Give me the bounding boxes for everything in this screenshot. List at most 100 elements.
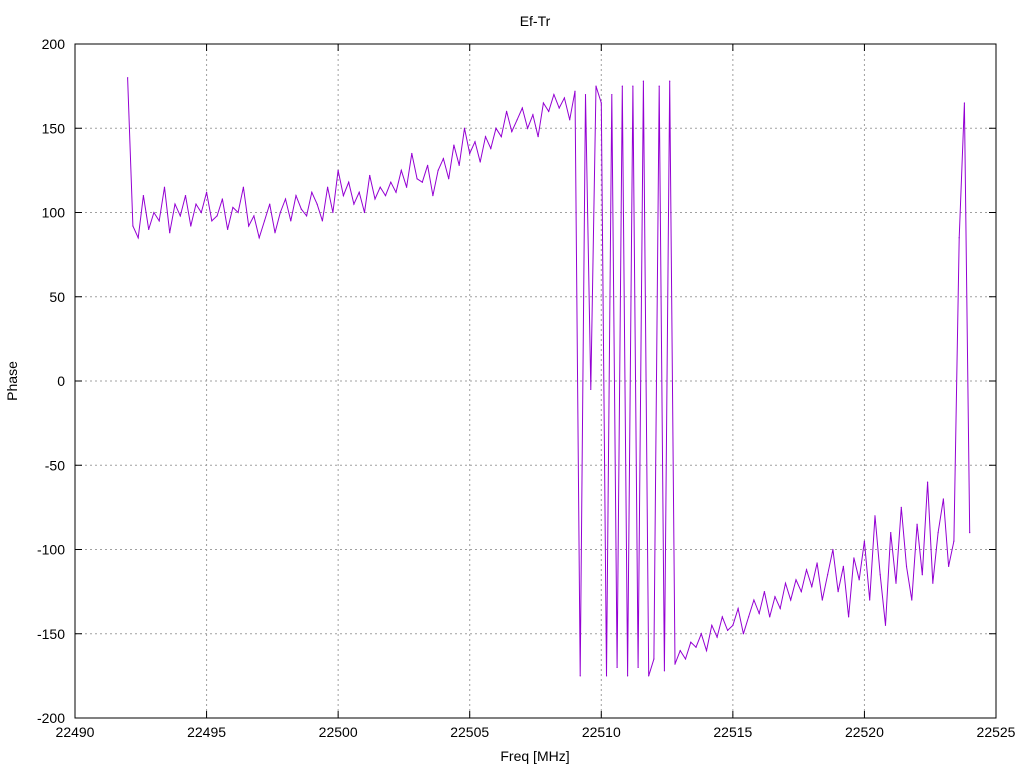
data-point (911, 599, 913, 601)
data-point (611, 93, 613, 96)
data-point (774, 596, 776, 598)
data-point (174, 203, 176, 205)
data-point (842, 565, 844, 567)
data-point (569, 119, 571, 121)
data-point (658, 85, 660, 87)
data-point (190, 225, 192, 227)
data-point (248, 225, 250, 227)
data-point (779, 607, 781, 610)
data-point (890, 532, 892, 534)
data-point (437, 169, 439, 171)
y-tick-label: -200 (37, 710, 65, 726)
data-point (390, 181, 392, 183)
data-point (805, 569, 808, 571)
data-point (663, 670, 666, 672)
data-point (142, 195, 145, 197)
data-point (363, 211, 366, 214)
data-point (290, 220, 292, 222)
data-point (463, 127, 466, 129)
data-point (332, 211, 334, 214)
data-point (232, 206, 234, 209)
data-point (500, 136, 502, 138)
data-point (963, 102, 966, 104)
data-point (800, 591, 802, 593)
data-point (342, 195, 345, 197)
data-point (784, 582, 787, 584)
data-point (205, 191, 208, 193)
data-point (832, 548, 834, 551)
data-point (926, 481, 929, 483)
data-point (942, 498, 944, 500)
data-point (884, 624, 887, 626)
data-point (579, 675, 581, 677)
data-point (616, 666, 618, 669)
data-point (584, 93, 587, 96)
data-point (737, 607, 739, 610)
data-point (758, 612, 760, 615)
x-tick-label: 22515 (713, 724, 752, 740)
data-point (590, 388, 592, 391)
data-point (505, 110, 508, 112)
data-point (905, 565, 908, 567)
data-point (353, 203, 355, 205)
data-point (369, 174, 371, 177)
data-point (790, 599, 792, 601)
chart-title: Ef-Tr (520, 13, 551, 29)
data-point (400, 169, 402, 171)
data-point (705, 650, 708, 652)
y-tick-label: 150 (42, 120, 66, 136)
data-point (200, 211, 202, 214)
x-tick-label: 22510 (582, 724, 621, 740)
data-point (948, 565, 950, 567)
data-point (442, 157, 444, 160)
data-point (521, 107, 523, 109)
x-tick-label: 22525 (977, 724, 1016, 740)
data-point (637, 666, 639, 669)
data-point (300, 208, 302, 210)
data-point (605, 675, 608, 677)
data-point (763, 591, 766, 593)
data-point (632, 85, 634, 87)
data-point (553, 93, 555, 96)
data-point (479, 161, 481, 163)
data-point (795, 579, 797, 581)
x-tick-label: 22500 (319, 724, 358, 740)
data-point (548, 110, 550, 112)
data-point (227, 228, 229, 230)
data-point (405, 186, 408, 188)
data-point (532, 114, 534, 116)
data-point (374, 198, 376, 200)
data-point (379, 186, 381, 188)
data-point (421, 181, 423, 183)
data-point (816, 562, 818, 564)
data-point (163, 186, 166, 188)
data-point (690, 641, 692, 643)
data-point (169, 232, 171, 234)
data-point (137, 237, 139, 239)
data-point (826, 574, 829, 576)
data-point (921, 574, 923, 576)
data-point (879, 574, 881, 576)
data-point (416, 178, 418, 180)
data-point (316, 203, 318, 205)
data-point (621, 85, 623, 87)
data-point (237, 211, 239, 214)
data-point (937, 532, 939, 534)
y-axis-label: Phase (4, 361, 20, 401)
data-point (674, 663, 676, 665)
data-point (311, 191, 313, 193)
data-point (184, 195, 187, 197)
data-point (221, 198, 223, 200)
y-tick-label: 100 (42, 205, 66, 221)
data-point (684, 658, 687, 660)
data-point (327, 186, 329, 188)
data-point (669, 80, 671, 82)
data-point (900, 506, 902, 508)
data-point (395, 191, 397, 193)
data-point (358, 191, 360, 193)
data-point (748, 616, 750, 618)
y-tick-label: 200 (42, 36, 66, 52)
data-point (711, 624, 713, 626)
data-point (600, 102, 602, 104)
data-point (716, 636, 718, 638)
